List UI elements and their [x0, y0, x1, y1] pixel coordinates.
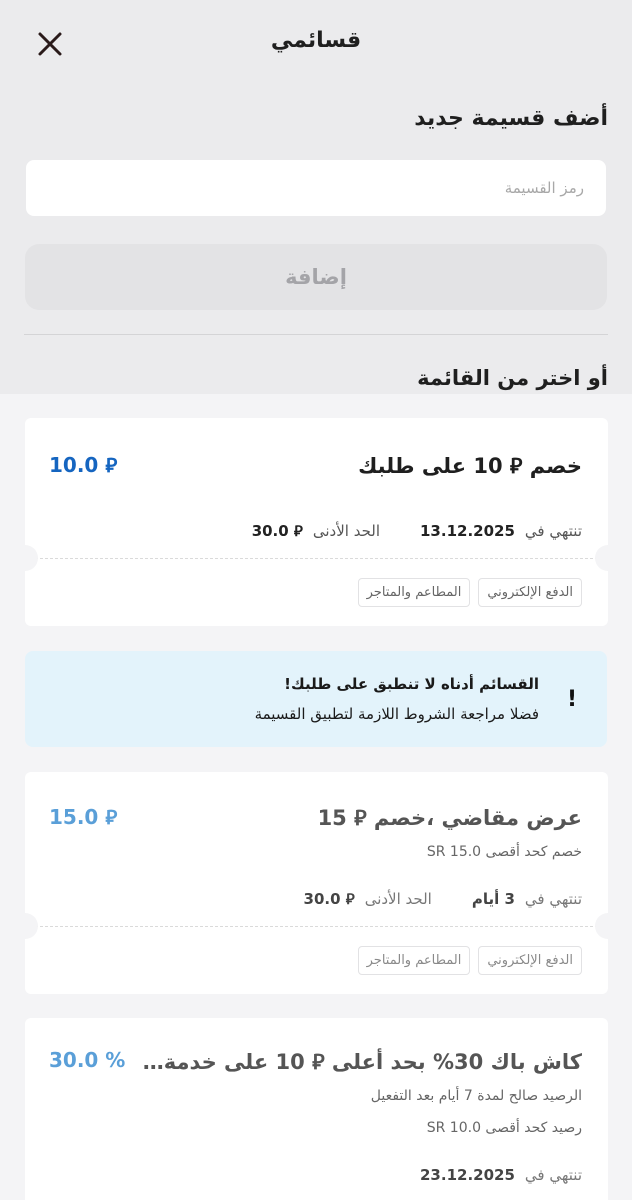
expires-label: تنتهي في [524, 522, 582, 540]
coupon-card-3[interactable]: كاش باك 30% بحد أعلى ⃁ 10 على خدمة ا... … [25, 1018, 608, 1200]
coupon-subtitle-validity: الرصيد صالح لمدة 7 أيام بعد التفعيل [370, 1088, 582, 1104]
perforation [25, 558, 608, 559]
coupon-title: خصم ⃁ 10 على طلبك [358, 454, 582, 478]
coupon-card-1[interactable]: خصم ⃁ 10 على طلبك ⃁ 10.0 تنتهي في 13.12.… [12, 418, 621, 626]
min-value: ⃁ 30.0 [251, 522, 303, 540]
coupon-title: عرض مقاضي ،خصم ⃁ 15 [317, 806, 582, 830]
min-label: الحد الأدنى [364, 890, 432, 908]
expires-value: 23.12.2025 [420, 1166, 515, 1184]
add-coupon-heading: أضف قسيمة جديد [414, 106, 608, 131]
expires-value: 13.12.2025 [420, 522, 515, 540]
ticket-notch-right [595, 913, 621, 939]
coupon-meta: تنتهي في 13.12.2025 الحد الأدنى ⃁ 30.0 [252, 522, 582, 541]
not-applicable-notice: ! القسائم أدناه لا تنطبق على طلبك! فضلا … [25, 651, 607, 747]
choose-from-list-heading: أو اختر من القائمة [417, 366, 608, 390]
tag-restaurants[interactable]: المطاعم والمتاجر [357, 578, 471, 607]
coupon-title: كاش باك 30% بحد أعلى ⃁ 10 على خدمة ا... [142, 1050, 582, 1074]
notice-body: فضلا مراجعة الشروط اللازمة لتطبيق القسيم… [254, 705, 539, 723]
coupon-tags: الدفع الإلكتروني المطاعم والمتاجر [357, 946, 582, 975]
tag-payment[interactable]: الدفع الإلكتروني [478, 946, 582, 975]
tag-payment[interactable]: الدفع الإلكتروني [478, 578, 582, 607]
coupon-value: ⃁ 15.0 [49, 805, 118, 829]
page-title: قسائمي [270, 28, 362, 53]
coupon-tags: الدفع الإلكتروني المطاعم والمتاجر [357, 578, 582, 607]
coupon-value: 30.0 % [49, 1048, 126, 1072]
min-value: ⃁ 30.0 [303, 890, 355, 908]
notice-title: القسائم أدناه لا تنطبق على طلبك! [284, 675, 539, 693]
add-coupon-button[interactable]: إضافة [25, 244, 607, 310]
expires-value: 3 أيام [471, 890, 515, 908]
exclamation-icon: ! [566, 687, 577, 712]
coupon-subtitle-max: رصيد كحد أقصى SR 10.0 [426, 1120, 582, 1136]
expires-label: تنتهي في [524, 1166, 582, 1184]
perforation [25, 926, 608, 927]
coupon-meta: تنتهي في 3 أيام الحد الأدنى ⃁ 30.0 [304, 890, 582, 909]
coupon-subtitle: خصم كحد أقصى SR 15.0 [426, 844, 582, 860]
ticket-notch-right [595, 545, 621, 571]
coupon-value: ⃁ 10.0 [49, 453, 118, 477]
coupon-meta: تنتهي في 23.12.2025 [420, 1166, 582, 1184]
expires-label: تنتهي في [524, 890, 582, 908]
tag-restaurants[interactable]: المطاعم والمتاجر [357, 946, 471, 975]
coupon-code-input[interactable] [26, 160, 606, 216]
coupon-card-2[interactable]: عرض مقاضي ،خصم ⃁ 15 ⃁ 15.0 خصم كحد أقصى … [12, 772, 621, 994]
ticket-notch-left [12, 545, 38, 571]
min-label: الحد الأدنى [312, 522, 380, 540]
ticket-notch-left [12, 913, 38, 939]
divider [24, 334, 608, 335]
